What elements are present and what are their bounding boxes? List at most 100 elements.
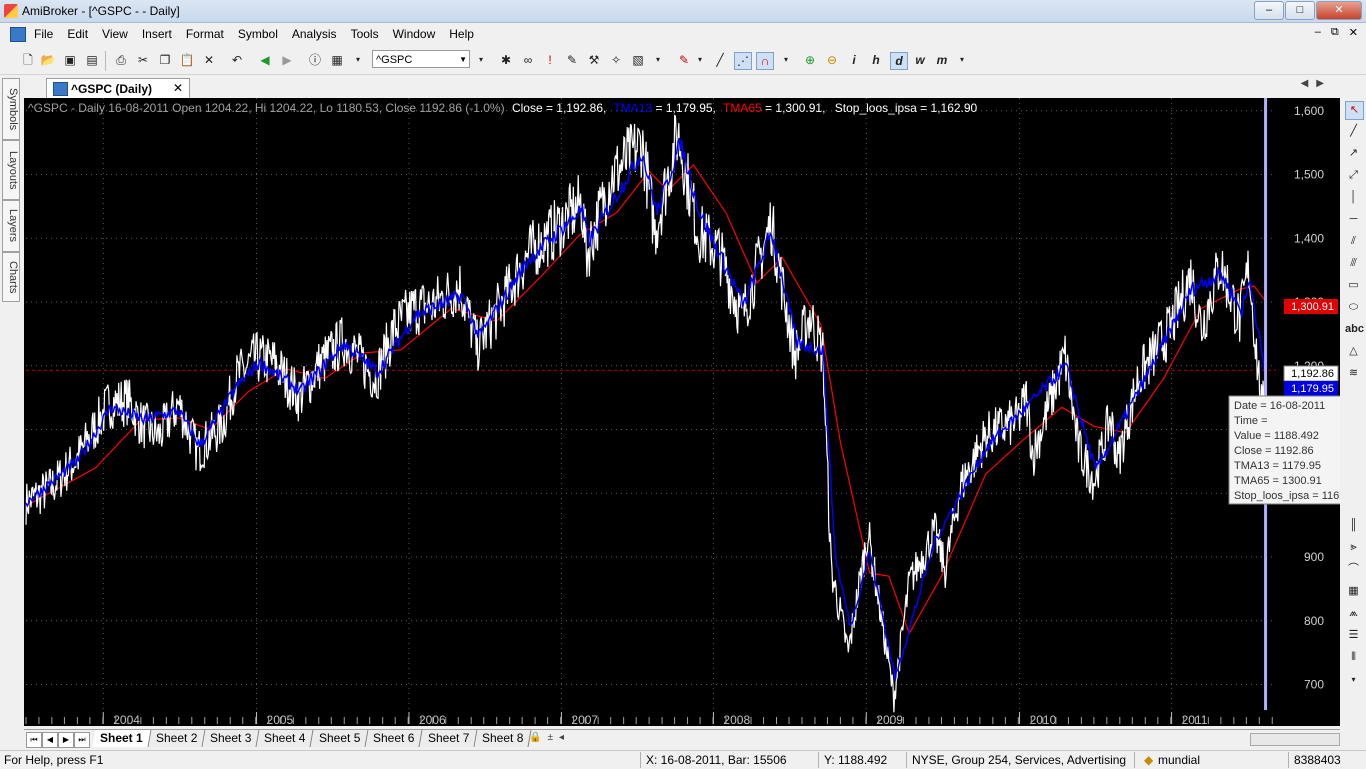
sidebar-tab-symbols[interactable]: Symbols [2, 78, 20, 140]
alert-icon[interactable]: ! [542, 52, 558, 68]
arc-icon[interactable]: ⌒ [1345, 561, 1362, 578]
minimize-button[interactable]: – [1254, 1, 1284, 20]
fib-retracement-icon[interactable]: ☰ [1345, 627, 1362, 644]
menu-file[interactable]: File [34, 27, 62, 41]
fib-timezones-icon[interactable]: ║ [1345, 517, 1362, 534]
menu-view[interactable]: View [102, 27, 137, 41]
chart-pane[interactable]: 7008009001,0001,1001,2001,3001,4001,5001… [24, 98, 1364, 727]
print-icon[interactable]: ⎙ [113, 52, 129, 68]
last-sheet-icon[interactable]: ⏭ [74, 732, 90, 748]
forward-icon[interactable]: ▶ [279, 52, 295, 68]
horizontal-line-icon[interactable]: ─ [1345, 211, 1362, 228]
back-icon[interactable]: ◀ [257, 52, 273, 68]
menu-analysis[interactable]: Analysis [292, 27, 346, 41]
line-tool-icon[interactable]: ╱ [712, 52, 728, 68]
formula-icon[interactable]: ✎ [564, 52, 580, 68]
zoom-out-icon[interactable]: ⊖ [824, 52, 840, 68]
cycles-icon[interactable]: ⫴ [1345, 649, 1362, 666]
prev-sheet-icon[interactable]: ◀ [42, 732, 58, 748]
status-database[interactable]: mundial [1158, 753, 1200, 767]
first-sheet-icon[interactable]: ⏮ [26, 732, 42, 748]
tab-scroll-arrows[interactable]: ◀▶ [1301, 78, 1332, 89]
symbol-combo[interactable]: ^GSPC ▼ [372, 50, 470, 68]
delete-icon[interactable]: ✕ [201, 52, 217, 68]
menu-help[interactable]: Help [449, 27, 483, 41]
save-icon[interactable]: ▣ [62, 52, 78, 68]
undo-icon[interactable]: ↶ [229, 52, 245, 68]
interval-intraday-button[interactable]: i [846, 52, 862, 68]
cut-icon[interactable]: ✂ [135, 52, 151, 68]
combo-options-icon[interactable]: ▾ [473, 52, 489, 68]
zigzag-icon[interactable]: ≋ [1345, 365, 1362, 382]
indicator-icon[interactable]: ✱ [498, 52, 514, 68]
menu-insert[interactable]: Insert [142, 27, 181, 41]
export-icon[interactable]: ▧ [630, 52, 646, 68]
paste-icon[interactable]: 📋 [179, 52, 195, 68]
tab-gspc-daily[interactable]: ^GSPC (Daily) ✕ [46, 78, 190, 99]
tools-more-icon[interactable]: ▾ [1345, 671, 1362, 688]
grid-tool-icon[interactable]: ▦ [1345, 583, 1362, 600]
menu-window[interactable]: Window [393, 27, 445, 41]
copy-icon[interactable]: ❐ [157, 52, 173, 68]
ellipse-icon[interactable]: ⬭ [1345, 299, 1362, 316]
interval-weekly-button[interactable]: w [912, 52, 928, 68]
parallel-lines-icon[interactable]: ⫽ [1345, 233, 1362, 250]
sheet-tab-8[interactable]: Sheet 8 [474, 730, 532, 747]
menu-format[interactable]: Format [186, 27, 233, 41]
triangle-icon[interactable]: △ [1345, 343, 1362, 360]
snap-icon[interactable]: ⋰ [734, 52, 752, 70]
mdi-restore-button[interactable]: ⧉ [1331, 26, 1339, 39]
sheet-tab-2[interactable]: Sheet 2 [148, 730, 206, 747]
sheet-tab-6[interactable]: Sheet 6 [365, 730, 424, 747]
interval-dropdown-icon[interactable]: ▾ [954, 52, 970, 68]
gann-fan-icon[interactable]: ⪢ [1345, 539, 1362, 556]
horizontal-scrollbar[interactable] [1250, 733, 1340, 746]
fan-icon[interactable]: ⩕ [1345, 605, 1362, 622]
mdi-close-button[interactable]: ✕ [1349, 26, 1358, 39]
tab-close-icon[interactable]: ✕ [173, 81, 183, 95]
sheet-tab-7[interactable]: Sheet 7 [420, 730, 478, 747]
maximize-button[interactable]: □ [1285, 1, 1315, 20]
sheet-tab-1[interactable]: Sheet 1 [92, 730, 152, 747]
price-chart[interactable]: 7008009001,0001,1001,2001,3001,4001,5001… [24, 98, 1364, 727]
calendar-icon[interactable]: ▦ [329, 52, 345, 68]
sheet-tools[interactable]: 🔒±◂ [529, 732, 570, 743]
toolbar-dropdown-icon[interactable]: ▾ [350, 52, 366, 68]
magnet-icon[interactable]: ∩ [756, 52, 774, 70]
menu-tools[interactable]: Tools [351, 27, 388, 41]
channel-icon[interactable]: ⫻ [1345, 255, 1362, 272]
menu-symbol[interactable]: Symbol [238, 27, 287, 41]
sheet-tab-5[interactable]: Sheet 5 [311, 730, 369, 747]
save-all-icon[interactable]: ▤ [84, 52, 100, 68]
wand-icon[interactable]: ✧ [608, 52, 624, 68]
interval-hourly-button[interactable]: h [868, 52, 884, 68]
vertical-line-icon[interactable]: │ [1345, 189, 1362, 206]
sheet-tab-4[interactable]: Sheet 4 [256, 730, 315, 747]
sidebar-tab-layouts[interactable]: Layouts [2, 140, 20, 200]
ray-icon[interactable]: ↗ [1345, 145, 1362, 162]
rectangle-icon[interactable]: ▭ [1345, 277, 1362, 294]
open-icon[interactable]: 📂 [40, 52, 56, 68]
close-button[interactable]: ✕ [1316, 1, 1362, 20]
interval-daily-button[interactable]: d [890, 52, 908, 70]
trendline-icon[interactable]: ╱ [1345, 123, 1362, 140]
sidebar-tab-layers[interactable]: Layers [2, 200, 20, 252]
next-sheet-icon[interactable]: ▶ [58, 732, 74, 748]
draw-dropdown-icon[interactable]: ▾ [778, 52, 794, 68]
info-icon[interactable]: ⓘ [307, 52, 323, 68]
mdi-minimize-button[interactable]: – [1315, 26, 1321, 39]
sidebar-tab-charts[interactable]: Charts [2, 252, 20, 302]
menu-edit[interactable]: Edit [67, 27, 97, 41]
extended-line-icon[interactable]: ⤢ [1345, 167, 1362, 184]
draw-color-icon[interactable]: ✎ [676, 52, 692, 68]
interval-monthly-button[interactable]: m [934, 52, 950, 68]
tools-dropdown-icon[interactable]: ▾ [650, 52, 666, 68]
document-icon[interactable] [10, 27, 26, 42]
text-tool-icon[interactable]: abc [1345, 321, 1364, 338]
zoom-in-icon[interactable]: ⊕ [802, 52, 818, 68]
hammer-icon[interactable]: ⚒ [586, 52, 602, 68]
binoculars-icon[interactable]: ∞ [520, 52, 536, 68]
pointer-icon[interactable]: ↖ [1345, 101, 1364, 120]
sheet-tab-3[interactable]: Sheet 3 [202, 730, 260, 747]
new-icon[interactable]: 🗋 [20, 52, 36, 68]
